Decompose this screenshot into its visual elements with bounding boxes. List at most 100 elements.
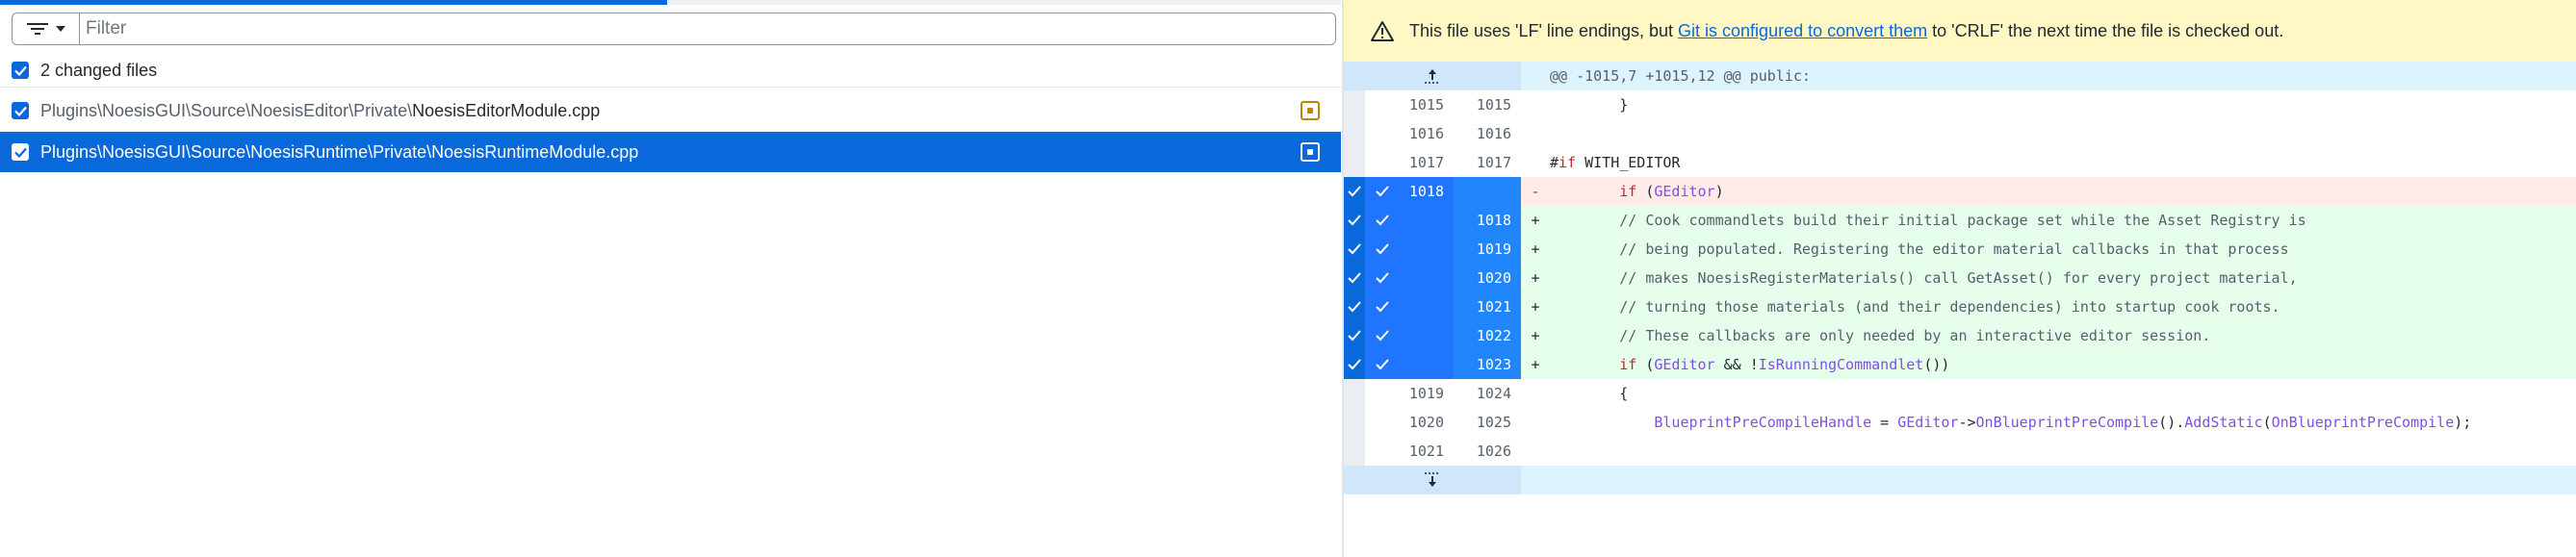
check-icon: [1375, 357, 1390, 372]
hunk-footer-row: [1344, 466, 2576, 494]
diff-sign: +: [1521, 206, 1550, 235]
file-list-item[interactable]: Plugins\NoesisGUI\Source\NoesisEditor\Pr…: [0, 90, 1341, 131]
diff-sign: [1521, 437, 1550, 466]
diff-line[interactable]: 1017 1017 #if WITH_EDITOR: [1344, 148, 2576, 177]
expand-up-button[interactable]: [1344, 62, 1521, 90]
line-selection-gutter[interactable]: [1344, 177, 1365, 206]
file-include-checkbox[interactable]: [12, 102, 29, 119]
diff-line[interactable]: 1021 + // turning those materials (and th…: [1344, 292, 2576, 321]
check-icon: [13, 147, 27, 158]
file-directory: Plugins\NoesisGUI\Source\NoesisEditor\Pr…: [40, 100, 413, 120]
new-line-number[interactable]: 1021: [1454, 292, 1521, 321]
new-line-number[interactable]: 1024: [1454, 379, 1521, 408]
line-selection-gutter[interactable]: [1344, 90, 1365, 119]
old-line-number[interactable]: 1020: [1365, 408, 1454, 437]
diff-line[interactable]: 1015 1015 }: [1344, 90, 2576, 119]
new-line-number[interactable]: 1022: [1454, 321, 1521, 350]
diff-sign: [1521, 408, 1550, 437]
check-icon: [1348, 243, 1361, 255]
file-list-item-selected[interactable]: Plugins\NoesisGUI\Source\NoesisRuntime\P…: [0, 132, 1341, 172]
code-text: BlueprintPreCompileHandle = GEditor->OnB…: [1654, 414, 2472, 431]
check-icon: [1348, 186, 1361, 197]
hunk-header-row: @@ -1015,7 +1015,12 @@ public:: [1344, 62, 2576, 90]
line-selection-gutter[interactable]: [1344, 206, 1365, 235]
warning-text-after: to 'CRLF' the next time the file is chec…: [1932, 20, 2284, 40]
new-line-number[interactable]: 1015: [1454, 90, 1521, 119]
new-line-number[interactable]: 1016: [1454, 119, 1521, 148]
new-line-number[interactable]: 1018: [1454, 206, 1521, 235]
old-line-number[interactable]: 1021: [1365, 437, 1454, 466]
check-icon: [1348, 215, 1361, 226]
line-selection-gutter[interactable]: [1344, 148, 1365, 177]
file-name: NoesisRuntimeModule.cpp: [431, 141, 639, 162]
select-all-checkbox[interactable]: [12, 62, 29, 79]
new-line-number[interactable]: [1454, 177, 1521, 206]
diff-line[interactable]: 1019 1024 {: [1344, 379, 2576, 408]
file-directory: Plugins\NoesisGUI\Source\NoesisRuntime\P…: [40, 141, 432, 162]
line-endings-warning: This file uses 'LF' line endings, but Gi…: [1344, 0, 2576, 63]
changed-files-header: 2 changed files: [0, 54, 1341, 88]
check-icon: [1348, 359, 1361, 370]
file-include-checkbox[interactable]: [12, 143, 29, 161]
code-text: // makes NoesisRegisterMaterials() call …: [1550, 264, 2576, 292]
git-config-link[interactable]: Git is configured to convert them: [1678, 21, 1927, 41]
diff-line[interactable]: 1023 + if (GEditor && !IsRunningCommandle…: [1344, 350, 2576, 379]
line-selection-gutter[interactable]: [1344, 119, 1365, 148]
old-line-number[interactable]: 1019: [1365, 379, 1454, 408]
hunk-footer: [1550, 466, 2576, 494]
code-text: }: [1550, 96, 1629, 114]
line-selection-gutter[interactable]: [1344, 235, 1365, 264]
line-selection-gutter[interactable]: [1344, 321, 1365, 350]
line-selection-gutter[interactable]: [1344, 264, 1365, 292]
hunk-header: @@ -1015,7 +1015,12 @@ public:: [1550, 67, 1811, 85]
file-modified-icon: [1301, 101, 1320, 120]
filter-options-button[interactable]: [12, 13, 79, 45]
chevron-down-icon: [55, 26, 65, 32]
line-selection-gutter[interactable]: [1344, 437, 1365, 466]
check-icon: [1375, 299, 1390, 315]
expand-down-button[interactable]: [1344, 466, 1521, 494]
new-line-number[interactable]: 1019: [1454, 235, 1521, 264]
diff-line[interactable]: 1018 + // Cook commandlets build their in…: [1344, 206, 2576, 235]
diff-sign: [1521, 148, 1550, 177]
filter-row: [12, 13, 1336, 47]
file-name: NoesisEditorModule.cpp: [412, 100, 601, 120]
code-text: // Cook commandlets build their initial …: [1550, 206, 2576, 235]
diff-view: @@ -1015,7 +1015,12 @@ public: 1015 1015 …: [1344, 62, 2576, 494]
new-line-number[interactable]: 1020: [1454, 264, 1521, 292]
check-icon: [1375, 270, 1390, 286]
code-text: if (GEditor && !IsRunningCommandlet()): [1550, 350, 2576, 379]
check-icon: [1375, 241, 1390, 257]
diff-line[interactable]: 1020 + // makes NoesisRegisterMaterials()…: [1344, 264, 2576, 292]
diff-sign: [1521, 90, 1550, 119]
code-text: #if WITH_EDITOR: [1550, 154, 1681, 171]
new-line-number[interactable]: 1025: [1454, 408, 1521, 437]
old-line-number[interactable]: 1016: [1365, 119, 1454, 148]
line-selection-gutter[interactable]: [1344, 292, 1365, 321]
new-line-number[interactable]: 1017: [1454, 148, 1521, 177]
diff-line[interactable]: 1021 1026: [1344, 437, 2576, 466]
diff-line[interactable]: 1018- if (GEditor): [1344, 177, 2576, 206]
old-line-number[interactable]: 1017: [1365, 148, 1454, 177]
diff-line[interactable]: 1019 + // being populated. Registering th…: [1344, 235, 2576, 264]
code-text: // being populated. Registering the edit…: [1550, 235, 2576, 264]
changes-sidebar: 2 changed files Plugins\NoesisGUI\Source…: [0, 0, 1341, 557]
diff-line[interactable]: 1020 1025 BlueprintPreCompileHandle = GEd…: [1344, 408, 2576, 437]
old-line-number[interactable]: 1015: [1365, 90, 1454, 119]
new-line-number[interactable]: 1026: [1454, 437, 1521, 466]
check-icon: [13, 65, 27, 76]
filter-input[interactable]: [79, 13, 1336, 45]
line-selection-gutter[interactable]: [1344, 350, 1365, 379]
code-text: // These callbacks are only needed by an…: [1550, 321, 2576, 350]
code-text: // turning those materials (and their de…: [1550, 292, 2576, 321]
file-modified-icon: [1301, 142, 1320, 162]
new-line-number[interactable]: 1023: [1454, 350, 1521, 379]
check-icon: [1348, 272, 1361, 284]
check-icon: [1375, 213, 1390, 228]
diff-line[interactable]: 1016 1016: [1344, 119, 2576, 148]
line-selection-gutter[interactable]: [1344, 379, 1365, 408]
diff-line[interactable]: 1022 + // These callbacks are only needed…: [1344, 321, 2576, 350]
line-selection-gutter[interactable]: [1344, 408, 1365, 437]
